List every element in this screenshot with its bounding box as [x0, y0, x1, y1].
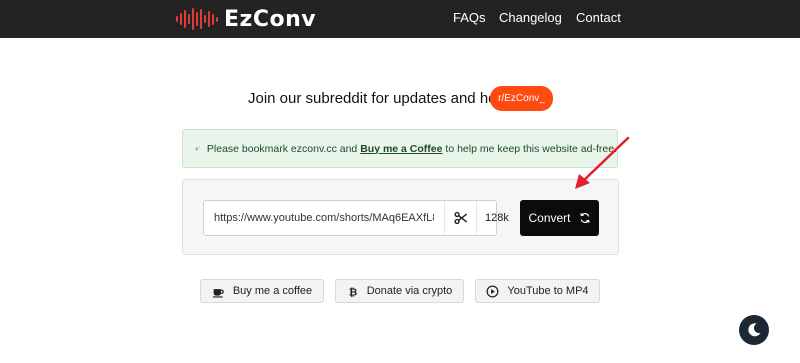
nav-link-contact[interactable]: Contact — [576, 10, 621, 25]
navbar: EzConv FAQs Changelog Contact — [0, 0, 800, 38]
sparkle-icon — [195, 146, 200, 151]
play-circle-icon — [486, 285, 499, 297]
donate-crypto-label: Donate via crypto — [366, 285, 453, 297]
bitcoin-icon: ₿ — [348, 286, 357, 298]
sound-wave-icon — [176, 7, 218, 31]
moon-icon — [748, 323, 761, 337]
bitrate-select[interactable]: 128k — [476, 201, 516, 235]
donate-crypto-button[interactable]: ₿ Donate via crypto — [335, 279, 464, 303]
logo[interactable]: EzConv — [176, 6, 316, 32]
youtube-to-mp4-button[interactable]: YouTube to MP4 — [475, 279, 600, 303]
subreddit-message: Join our subreddit for updates and help! — [248, 90, 513, 107]
convert-label: Convert — [528, 211, 571, 225]
notice-text: Please bookmark ezconv.cc and Buy me a C… — [207, 143, 617, 155]
trim-button[interactable] — [444, 201, 476, 235]
url-input[interactable] — [214, 209, 434, 227]
subreddit-button[interactable]: r/EzConv_ — [490, 86, 553, 111]
nav-link-changelog[interactable]: Changelog — [499, 10, 562, 25]
bookmark-notice: Please bookmark ezconv.cc and Buy me a C… — [182, 129, 618, 168]
notice-prefix: Please bookmark ezconv.cc and — [206, 142, 361, 155]
buy-me-coffee-link[interactable]: Buy me a Coffee — [360, 143, 442, 155]
url-box: 128k — [203, 200, 509, 236]
buy-coffee-label: Buy me a coffee — [232, 285, 313, 297]
refresh-icon — [579, 213, 590, 223]
convert-button[interactable]: Convert — [520, 200, 599, 236]
buy-coffee-button[interactable]: Buy me a coffee — [200, 279, 324, 303]
scissors-icon — [453, 211, 467, 225]
svg-text:₿: ₿ — [348, 286, 357, 298]
converter-panel: 128k Convert — [182, 179, 619, 255]
nav-link-faqs[interactable]: FAQs — [453, 10, 486, 25]
coffee-cup-icon — [212, 288, 224, 298]
logo-text: EzConv — [224, 6, 317, 32]
theme-toggle-button[interactable] — [739, 315, 769, 345]
youtube-to-mp4-label: YouTube to MP4 — [507, 285, 589, 297]
annotation-arrow-icon — [575, 136, 630, 189]
